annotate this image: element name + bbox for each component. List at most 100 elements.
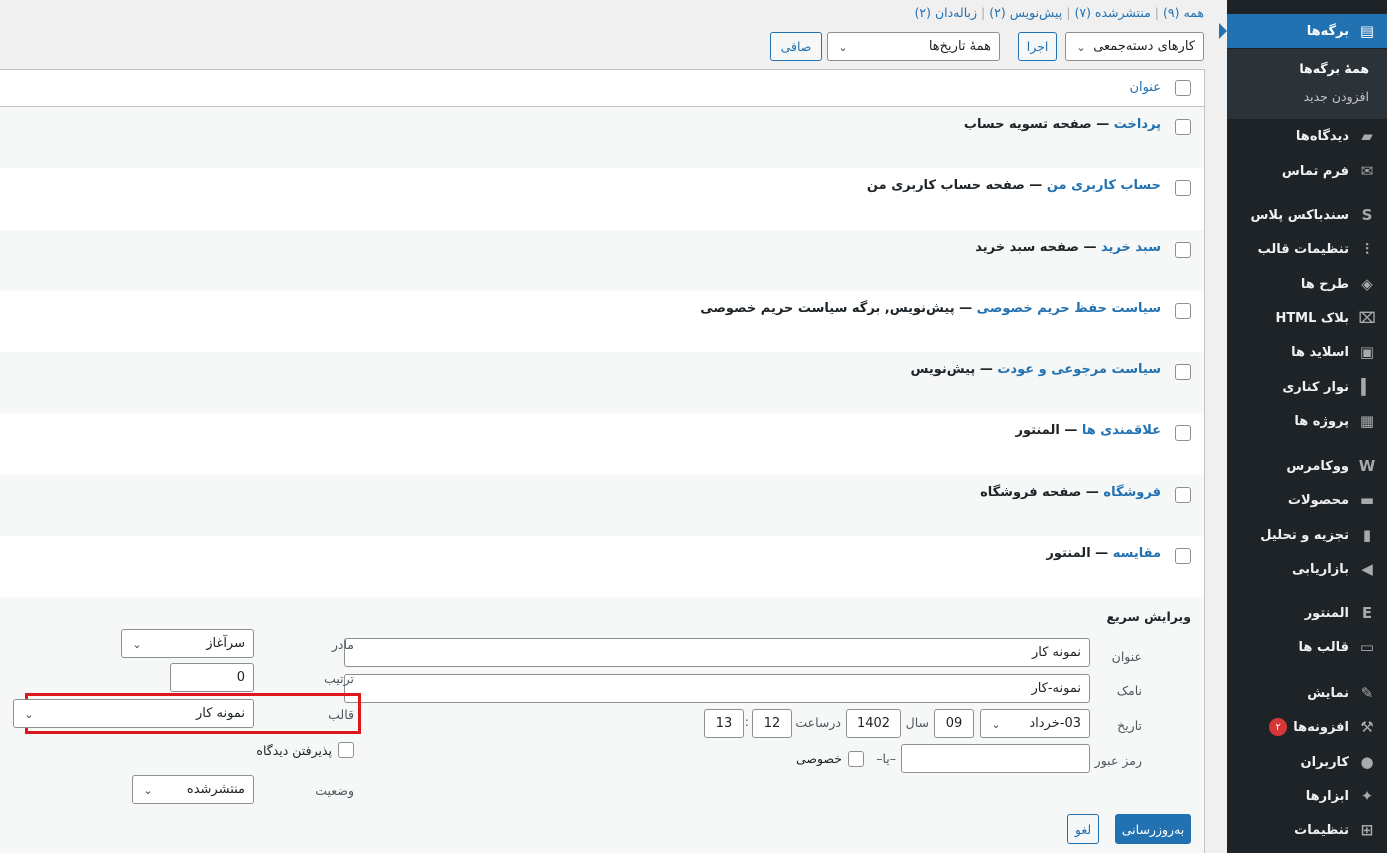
view-all-link[interactable]: همه (۹) [1163, 5, 1204, 20]
page-state-label: صفحه تسویه حساب [963, 117, 1092, 132]
update-count-badge: ۲ [1269, 718, 1288, 736]
bulk-actions-select[interactable]: کارهای دسته‌جمعی ⌄ [1065, 32, 1204, 61]
view-published-link[interactable]: منتشرشده (۷) [1074, 5, 1150, 20]
pages-icon: ▤ [1359, 22, 1375, 40]
sidebar-item[interactable]: ✦ ابزارها [1227, 779, 1387, 813]
status-select[interactable]: منتشرشده ⌄ [132, 775, 254, 804]
separator: | [1154, 5, 1160, 20]
row-checkbox[interactable] [1175, 364, 1191, 381]
page-title-link[interactable]: مقایسه [1113, 546, 1161, 561]
sidebar-item[interactable]: ● کاربران [1227, 745, 1387, 779]
sidebar-item[interactable]: ◈ طرح ها [1227, 267, 1387, 301]
date-filter-value: همهٔ تاریخ‌ها [928, 39, 991, 54]
title-dash: — [1090, 546, 1113, 562]
table-row: سیاست مرجوعی و عودت — پیش‌نویس [0, 352, 1204, 414]
sidebar-item[interactable]: ▬ محصولات [1227, 483, 1387, 517]
sidebar-item-label: ابزارها [1305, 788, 1349, 804]
view-trash-link[interactable]: زباله‌دان (۲) [915, 5, 978, 20]
sidebar-item[interactable]: ▤ برگه‌ها [1219, 14, 1387, 48]
order-input[interactable]: 0 [170, 663, 254, 692]
folder-icon: ▭ [1359, 638, 1375, 656]
sidebar-item-label: نوار کناری [1282, 379, 1349, 395]
table-header: عنوان [0, 70, 1204, 107]
sidebar-item[interactable]: ▣ اسلاید ها [1227, 335, 1387, 369]
sidebar-item[interactable]: E المنتور [1227, 596, 1387, 630]
slug-input[interactable]: نمونه-کار [344, 674, 1090, 703]
archive-icon: ▬ [1359, 491, 1375, 509]
paintbrush-icon: ✎ [1360, 684, 1374, 702]
sidebar-item[interactable]: ⚒ افزونه‌ها ۲ [1227, 710, 1387, 744]
day-input[interactable]: 09 [934, 709, 974, 738]
sidebar-item[interactable]: ▦ پروژه ها [1227, 404, 1387, 438]
woocommerce-icon: W [1358, 457, 1376, 475]
row-title-cell: فروشگاه — صفحه فروشگاه [980, 485, 1161, 500]
briefcase-icon: ▦ [1359, 412, 1375, 430]
year-input[interactable]: 1402 [846, 709, 901, 738]
private-checkbox[interactable] [848, 751, 864, 767]
page-title-link[interactable]: سیاست حفظ حریم خصوصی [977, 301, 1161, 316]
password-input[interactable] [901, 744, 1090, 773]
sidebar-item[interactable]: ▍ نوار کناری [1227, 370, 1387, 404]
row-checkbox[interactable] [1175, 486, 1191, 503]
table-row: پرداخت — صفحه تسویه حساب [0, 107, 1204, 169]
sidebar-item[interactable]: ◀ بازاریابی [1227, 552, 1387, 586]
allow-comments-checkbox[interactable] [338, 742, 354, 758]
page-title-link[interactable]: سیاست مرجوعی و عودت [997, 362, 1161, 377]
at-label: درساعت [795, 715, 841, 730]
slug-label: نامک [1116, 683, 1142, 698]
sidebar-item-label: اسلاید ها [1291, 344, 1349, 360]
submenu-add-new[interactable]: افزودن جدید [1304, 89, 1369, 104]
minute-input[interactable]: 13 [704, 709, 744, 738]
sidebar-item[interactable]: ▮ تجزیه و تحلیل [1227, 518, 1387, 552]
row-title-cell: سیاست مرجوعی و عودت — پیش‌نویس [910, 362, 1161, 377]
row-checkbox[interactable] [1175, 119, 1191, 135]
row-checkbox[interactable] [1175, 241, 1191, 258]
page-title-link[interactable]: سبد خرید [1101, 240, 1161, 255]
or-label: –یا– [876, 751, 896, 766]
month-select[interactable]: 03-خرداد ⌄ [980, 709, 1090, 738]
separator: | [1066, 5, 1071, 20]
parent-select[interactable]: سرآغاز ⌄ [121, 629, 254, 658]
row-checkbox[interactable] [1175, 302, 1191, 319]
column-title-header[interactable]: عنوان [1129, 80, 1161, 95]
title-input[interactable]: نمونه کار [344, 638, 1090, 667]
sidebar-item[interactable]: S سندباکس پلاس [1227, 198, 1387, 232]
filter-button[interactable]: صافی [770, 32, 822, 61]
cancel-button[interactable]: لغو [1067, 814, 1099, 844]
sidebar-item[interactable]: W ووکامرس [1227, 449, 1387, 483]
quick-edit-heading: ویرایش سریع [1106, 609, 1191, 624]
separator: | [981, 5, 986, 20]
apply-button[interactable]: اجرا [1018, 32, 1057, 61]
sidebar-item[interactable]: ⊞ تنظیمات [1227, 813, 1387, 847]
table-row: سیاست حفظ حریم خصوصی — پیش‌نویس, برگه سی… [0, 290, 1204, 353]
submenu-all-pages[interactable]: همهٔ برگه‌ها [1299, 61, 1369, 76]
sidebar-item[interactable]: ▭ قالب ها [1227, 630, 1387, 664]
allow-comments-label: پذیرفتن دیدگاه [256, 743, 332, 758]
sidebar-item[interactable]: ⫶ تنظیمات قالب [1227, 232, 1387, 266]
template-select[interactable]: نمونه کار ⌄ [13, 699, 254, 728]
sidebar-item[interactable]: ✉ فرم تماس [1227, 154, 1387, 188]
row-checkbox[interactable] [1175, 180, 1191, 197]
title-label: عنوان [1111, 649, 1142, 664]
page-title-link[interactable]: علاقمندی ها [1082, 423, 1161, 438]
sidebar-item[interactable]: ✎ نمایش [1227, 676, 1387, 710]
title-dash: — [1081, 484, 1104, 500]
date-filter-select[interactable]: همهٔ تاریخ‌ها ⌄ [827, 32, 1000, 61]
row-checkbox[interactable] [1175, 548, 1191, 565]
sidebar-item[interactable]: ▰ دیدگاه‌ها [1227, 119, 1387, 153]
page-title-link[interactable]: حساب کاربری من [1047, 178, 1161, 193]
page-title-link[interactable]: پرداخت [1114, 117, 1161, 132]
password-label: رمز عبور [1094, 753, 1142, 768]
update-button[interactable]: به‌روزرسانی [1115, 814, 1191, 844]
hour-input[interactable]: 12 [752, 709, 792, 738]
time-colon: : [744, 714, 749, 729]
view-drafts-link[interactable]: پیش‌نویس (۲) [989, 5, 1062, 20]
title-dash: — [1024, 178, 1047, 194]
row-checkbox[interactable] [1175, 425, 1191, 442]
chart-bar-icon: ▮ [1362, 526, 1372, 544]
sidebar-item[interactable]: ⌧ بلاک HTML [1227, 301, 1387, 335]
select-all-checkbox[interactable] [1175, 80, 1191, 96]
title-dash: — [1078, 239, 1102, 255]
page-title-link[interactable]: فروشگاه [1103, 485, 1161, 500]
slides-icon: ▣ [1359, 343, 1375, 361]
